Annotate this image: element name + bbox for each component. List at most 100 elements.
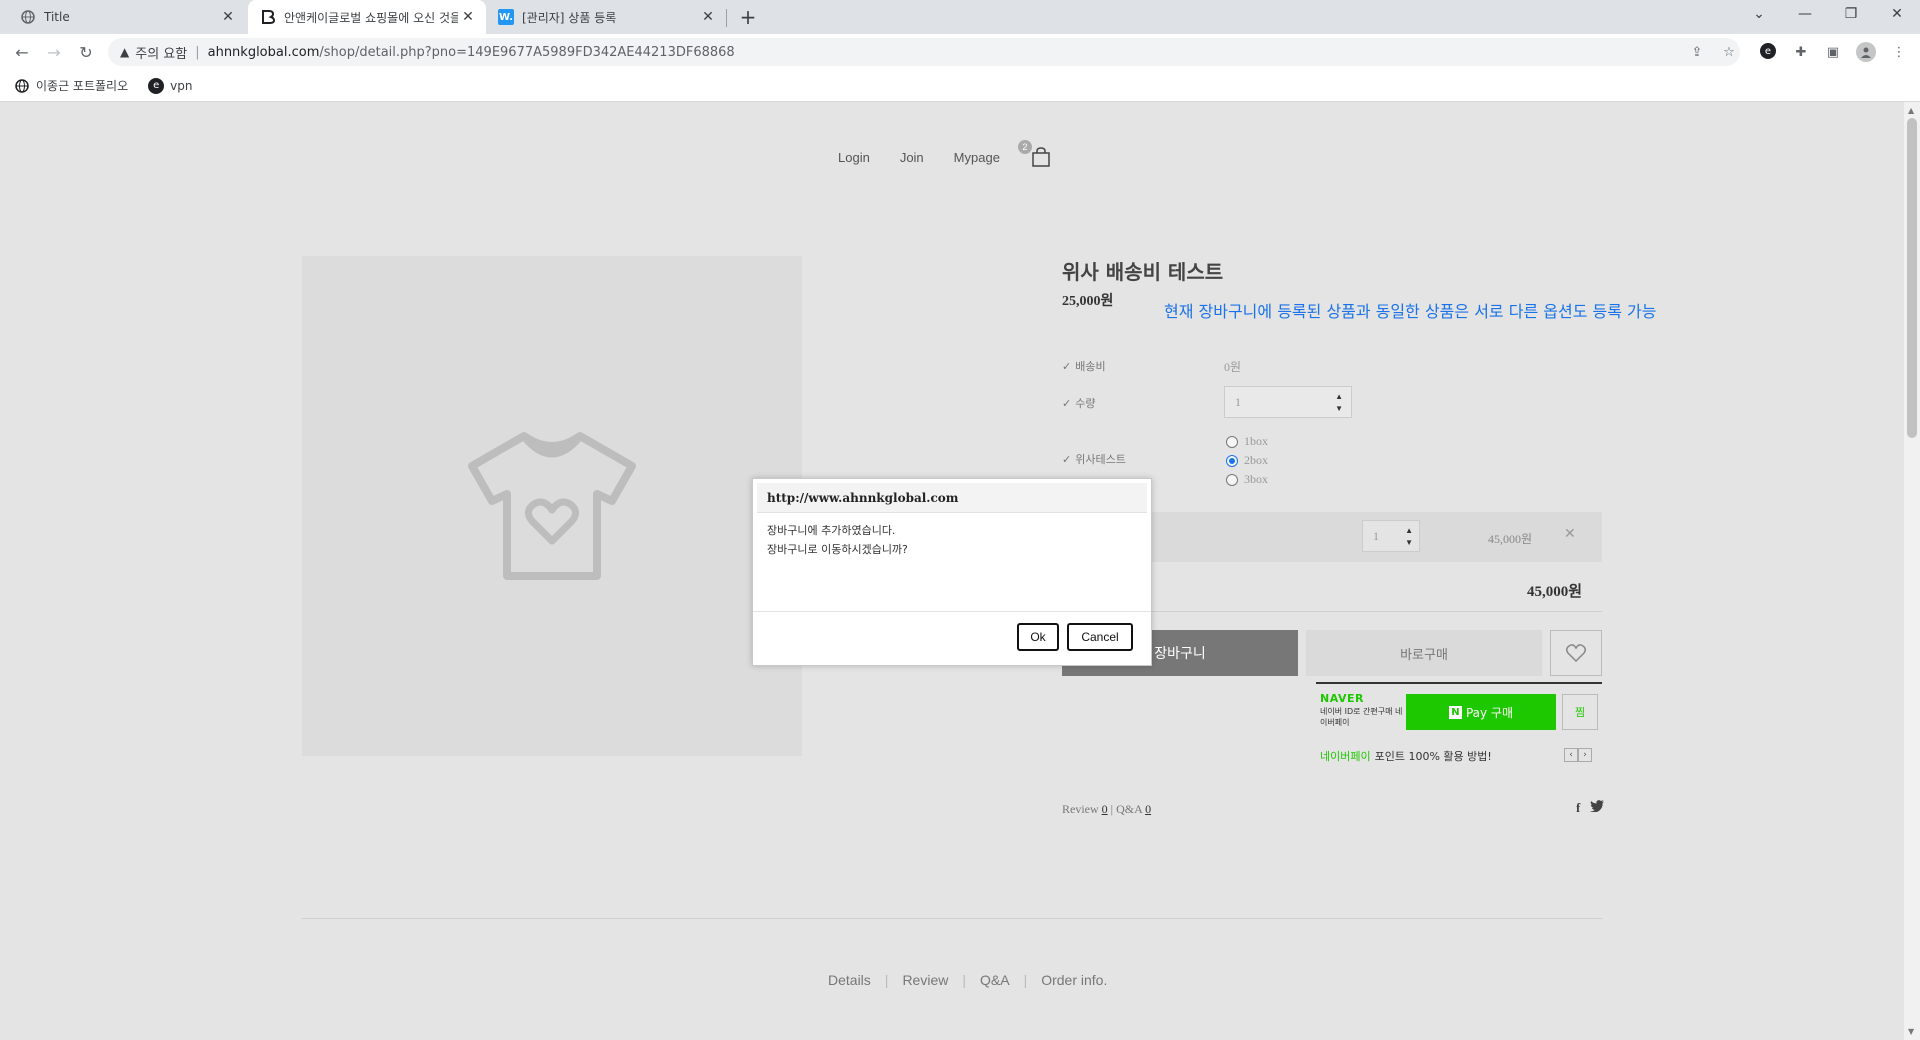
option-text: 2box [1244,453,1268,467]
radio-button[interactable] [1226,435,1238,448]
review-count-link[interactable]: 0 [1102,802,1108,816]
new-tab-button[interactable]: + [736,5,760,29]
extensions-puzzle-icon[interactable]: ✚ [1792,43,1810,61]
b-logo-icon [260,9,276,25]
scroll-down-icon[interactable]: ▼ [1908,1027,1914,1036]
address-bar[interactable]: ▲ 주의 요함 | ahnnkglobal.com /shop/detail.p… [108,38,1740,66]
quantity-stepper[interactable]: 1 ▲ ▼ [1224,386,1352,418]
dialog-message-line: 장바구니에 추가하였습니다. [767,524,896,537]
dialog-divider [753,611,1151,612]
mypage-link[interactable]: Mypage [954,150,1000,165]
naver-point-desc: 포인트 100% 활용 방법! [1374,750,1492,763]
globe-icon [14,78,30,94]
login-link[interactable]: Login [838,150,870,165]
window-close-icon[interactable]: ✕ [1874,0,1920,28]
url-host: ahnnkglobal.com [207,44,320,60]
join-link[interactable]: Join [900,150,924,165]
tab-label: Title [44,10,70,24]
security-warning[interactable]: 주의 요함 [135,43,187,62]
bookmark-vpn[interactable]: e vpn [148,77,193,94]
profile-avatar-icon[interactable] [1856,42,1876,62]
url-path: /shop/detail.php?pno=149E9677A5989FD342A… [319,44,735,60]
side-panel-icon[interactable]: ▣ [1824,43,1842,61]
tab-shop[interactable]: 안앤케이글로벌 쇼핑몰에 오신 것을 ✕ [248,0,486,34]
option-3box[interactable]: 3box [1226,470,1268,489]
site-nav: Login Join Mypage 2 [838,140,1054,168]
naver-point-brand: 네이버페이 [1320,750,1371,763]
tab-separator [726,9,727,27]
radio-button[interactable] [1226,473,1238,486]
heart-icon [1566,644,1586,662]
extension-e-icon[interactable]: e [1760,43,1776,59]
cancel-button[interactable]: Cancel [1067,623,1133,651]
twitter-icon[interactable] [1590,800,1605,816]
tab-label: 안앤케이글로벌 쇼핑몰에 오신 것을 [284,10,458,25]
share-icon[interactable]: ⇪ [1688,43,1706,61]
minimize-icon[interactable]: — [1782,0,1828,28]
shipping-value: 0원 [1224,360,1242,374]
naver-point-text[interactable]: 네이버페이 포인트 100% 활용 방법! [1320,748,1492,764]
tab-title[interactable]: Title ✕ [0,0,246,34]
spinner-arrows-icon[interactable]: ▲ ▼ [1405,525,1413,549]
bookmark-star-icon[interactable]: ☆ [1720,43,1738,61]
tab-admin[interactable]: W. [관리자] 상품 등록 ✕ [488,0,726,34]
remove-option-icon[interactable]: ✕ [1564,526,1576,543]
dialog-title: http://www.ahnnkglobal.com [757,483,1147,513]
close-icon[interactable]: ✕ [218,7,238,27]
wishlist-heart-button[interactable] [1550,630,1602,676]
check-icon: ✓ [1062,397,1072,410]
option-label: ✓ 위사테스트 [1062,451,1126,467]
globe-icon [20,9,36,25]
browser-toolbar: ← → ↻ ▲ 주의 요함 | ahnnkglobal.com /shop/de… [0,34,1920,70]
e-logo-icon: e [148,77,165,94]
chevron-left-icon[interactable]: ‹ [1564,748,1578,762]
option-text: 1box [1244,434,1268,448]
naver-pay-button[interactable]: N Pay 구매 [1406,694,1556,730]
reload-icon[interactable]: ↻ [74,40,98,64]
bookmark-portfolio[interactable]: 이종근 포트폴리오 [14,77,128,94]
radio-button-checked[interactable] [1226,454,1238,467]
option-2box[interactable]: 2box [1226,451,1268,470]
review-qa-summary: Review 0 | Q&A 0 [1062,802,1151,817]
buy-now-button[interactable]: 바로구매 [1306,630,1542,676]
qa-count-link[interactable]: 0 [1145,802,1151,816]
ok-button[interactable]: Ok [1017,623,1059,651]
product-name: 위사 배송비 테스트 [1062,260,1224,284]
facebook-icon[interactable]: f [1576,800,1580,816]
restore-icon[interactable]: ❐ [1828,0,1874,28]
selected-quantity-stepper[interactable]: 1 ▲ ▼ [1362,520,1420,552]
tab-details[interactable]: Details [814,972,885,988]
close-icon[interactable]: ✕ [458,7,478,27]
scroll-up-icon[interactable]: ▲ [1908,106,1914,115]
tab-review[interactable]: Review [888,972,962,988]
review-label: Review [1062,802,1099,816]
tab-qa[interactable]: Q&A [966,972,1024,988]
page-scrollbar[interactable]: ▲ ▼ [1904,102,1920,1040]
tab-search-icon[interactable]: ⌄ [1736,0,1782,28]
quantity-label-text: 수량 [1075,397,1096,410]
chevron-right-icon[interactable]: › [1578,748,1592,762]
shopping-bag-icon[interactable]: 2 [1017,140,1054,168]
warning-icon[interactable]: ▲ [120,45,129,59]
naver-description: 네이버 ID로 간편구매 네이버페이 [1320,707,1403,727]
menu-kebab-icon[interactable]: ⋮ [1890,43,1908,61]
back-icon[interactable]: ← [10,40,34,64]
option-1box[interactable]: 1box [1226,432,1268,451]
spinner-arrows-icon[interactable]: ▲ ▼ [1335,391,1343,415]
naver-zzim-button[interactable]: 찜 [1562,694,1598,730]
tab-order-info[interactable]: Order info. [1027,972,1121,988]
option-radio-group: 1box 2box 3box [1226,432,1268,489]
shipping-label-text: 배송비 [1075,360,1106,373]
check-icon: ✓ [1062,453,1072,466]
naver-pay-box: NAVER 네이버 ID로 간편구매 네이버페이 N Pay 구매 찜 네이버페이… [1316,682,1602,763]
bookmark-label: 이종근 포트폴리오 [36,79,129,93]
forward-icon[interactable]: → [42,40,66,64]
scrollbar-thumb[interactable] [1907,118,1917,438]
option-text: 3box [1244,472,1268,486]
dialog-message: 장바구니에 추가하였습니다. 장바구니로 이동하시겠습니까? [767,521,908,559]
product-price: 25,000원 [1062,294,1114,309]
bookmark-label: vpn [170,78,193,93]
close-icon[interactable]: ✕ [698,7,718,27]
url-separator: | [195,44,200,60]
selected-option-price: 45,000원 [1488,532,1533,546]
